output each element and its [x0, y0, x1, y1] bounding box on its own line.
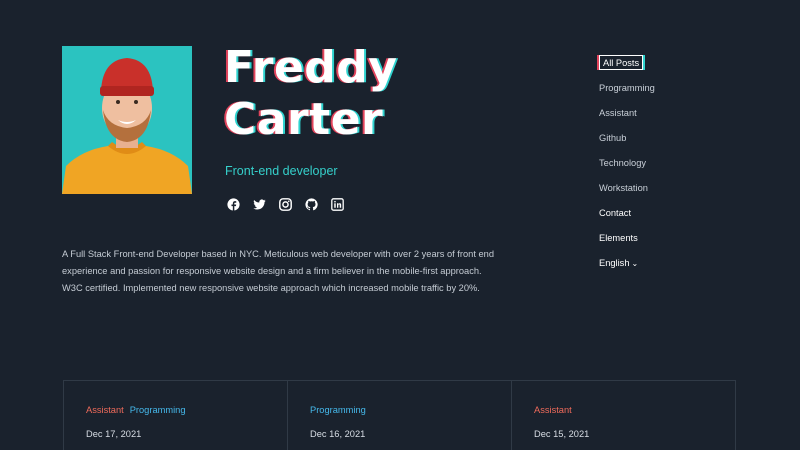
- nav-item-technology[interactable]: Technology: [599, 154, 655, 179]
- nav-item-workstation[interactable]: Workstation: [599, 179, 655, 204]
- post-date: Dec 17, 2021: [86, 429, 142, 439]
- nav-item-elements[interactable]: Elements: [599, 229, 655, 254]
- language-label: English: [599, 258, 630, 268]
- post-card[interactable]: Assistant Programming Dec 17, 2021: [64, 381, 288, 450]
- facebook-icon[interactable]: [227, 198, 240, 211]
- tag-assistant[interactable]: Assistant: [86, 405, 124, 415]
- instagram-icon[interactable]: [279, 198, 292, 211]
- post-tags: Assistant Programming: [86, 405, 287, 415]
- nav-item-all-posts[interactable]: All Posts: [599, 54, 655, 79]
- tag-programming[interactable]: Programming: [310, 405, 366, 415]
- first-name: Freddy: [224, 42, 398, 93]
- profile-bio: A Full Stack Front-end Developer based i…: [62, 249, 495, 293]
- category-nav: All Posts Programming Assistant Github T…: [599, 54, 655, 279]
- social-links: [227, 198, 344, 211]
- last-name: Carter: [224, 94, 384, 145]
- post-card[interactable]: Assistant Dec 15, 2021: [512, 381, 735, 450]
- github-icon[interactable]: [305, 198, 318, 211]
- nav-item-assistant[interactable]: Assistant: [599, 104, 655, 129]
- avatar: [62, 46, 192, 194]
- post-tags: Programming: [310, 405, 511, 415]
- post-date: Dec 15, 2021: [534, 429, 590, 439]
- linkedin-icon[interactable]: [331, 198, 344, 211]
- nav-item-programming[interactable]: Programming: [599, 79, 655, 104]
- post-tags: Assistant: [534, 405, 735, 415]
- twitter-icon[interactable]: [253, 198, 266, 211]
- language-selector[interactable]: English ⌄: [599, 254, 655, 279]
- tag-assistant[interactable]: Assistant: [534, 405, 572, 415]
- chevron-down-icon: ⌄: [631, 259, 639, 268]
- tag-programming[interactable]: Programming: [130, 405, 186, 415]
- nav-item-github[interactable]: Github: [599, 129, 655, 154]
- post-date: Dec 16, 2021: [310, 429, 366, 439]
- portrait-image: [62, 46, 192, 194]
- post-card[interactable]: Programming Dec 16, 2021: [288, 381, 512, 450]
- profile-role: Front-end developer: [225, 164, 338, 178]
- post-grid: Assistant Programming Dec 17, 2021 Progr…: [63, 380, 736, 450]
- profile-name: Freddy Carter: [224, 42, 464, 146]
- nav-item-contact[interactable]: Contact: [599, 204, 655, 229]
